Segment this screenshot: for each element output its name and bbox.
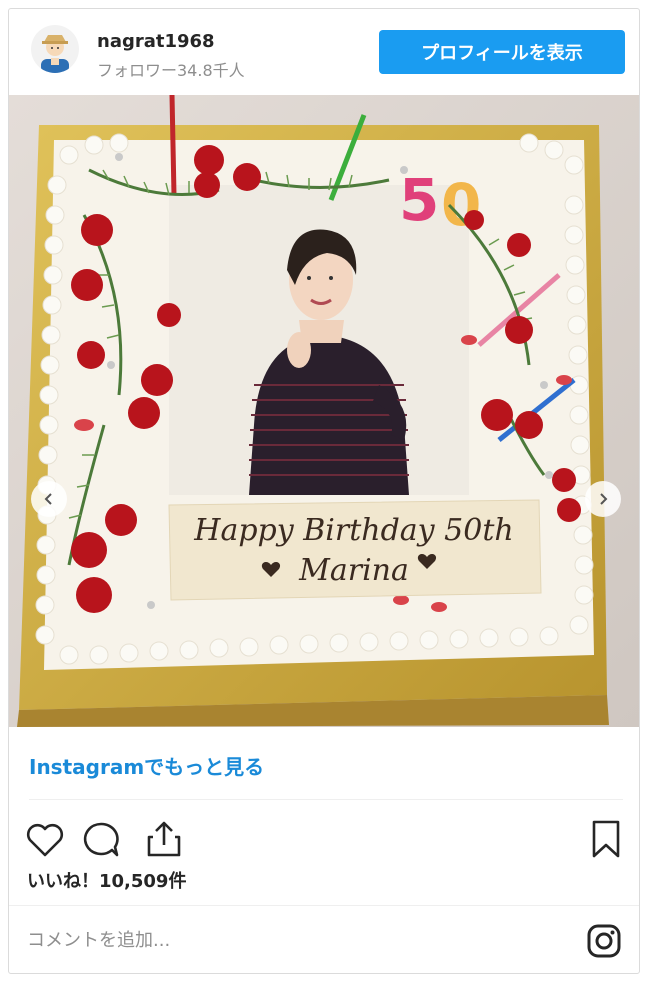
follower-count: フォロワー34.8千人 — [97, 61, 245, 80]
cake-message-line1: Happy Birthday 50th — [193, 513, 513, 548]
candle-red — [169, 95, 177, 196]
instagram-logo-icon[interactable] — [586, 923, 622, 959]
post-image[interactable]: 5 0 Happy Birthday 50th Marina — [9, 95, 639, 727]
candle-five: 5 — [399, 166, 439, 234]
instagram-embed-card: nagrat1968 フォロワー34.8千人 プロフィールを表示 5 0 Hap… — [8, 8, 640, 974]
next-image-button[interactable] — [585, 481, 621, 517]
comment-icon[interactable] — [81, 821, 121, 859]
post-header: nagrat1968 フォロワー34.8千人 プロフィールを表示 — [9, 9, 639, 95]
comment-input[interactable]: コメントを追加... — [27, 926, 170, 952]
like-count: いいね！10,509件 — [27, 871, 187, 892]
username[interactable]: nagrat1968 — [97, 31, 215, 52]
previous-image-button[interactable] — [31, 481, 67, 517]
view-more-on-instagram-link[interactable]: Instagramでもっと見る — [29, 751, 264, 780]
view-profile-button[interactable]: プロフィールを表示 — [379, 30, 625, 74]
share-icon[interactable] — [145, 819, 183, 859]
chevron-right-icon — [600, 493, 608, 505]
bookmark-icon[interactable] — [589, 819, 623, 859]
heart-icon[interactable] — [25, 822, 65, 858]
divider — [29, 799, 623, 800]
chevron-left-icon — [44, 493, 52, 505]
cake-message-line2: Marina — [298, 553, 409, 588]
divider — [9, 905, 639, 906]
avatar[interactable] — [31, 25, 79, 73]
action-bar — [9, 809, 639, 869]
